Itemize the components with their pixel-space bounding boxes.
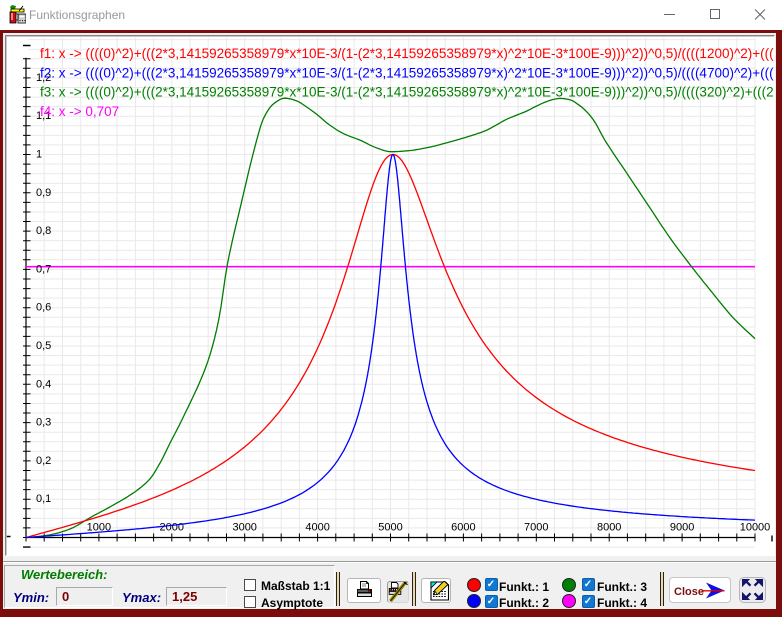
svg-text:4000: 4000 [305, 522, 329, 534]
svg-text:9000: 9000 [670, 522, 694, 534]
svg-text:0,4: 0,4 [36, 378, 51, 390]
svg-text:8000: 8000 [597, 522, 621, 534]
svg-text:f1: x -> ((((0)^2)+(((2*3,1415: f1: x -> ((((0)^2)+(((2*3,14159265358979… [40, 46, 774, 61]
svg-text:6000: 6000 [451, 522, 475, 534]
svg-text:0,5: 0,5 [36, 340, 51, 352]
svg-text:f2: x -> ((((0)^2)+(((2*3,1415: f2: x -> ((((0)^2)+(((2*3,14159265358979… [40, 65, 774, 80]
svg-text:0,3: 0,3 [36, 417, 51, 429]
svg-text:0,2: 0,2 [36, 455, 51, 467]
svg-text:3000: 3000 [232, 522, 256, 534]
svg-text:7000: 7000 [524, 522, 548, 534]
svg-text:10000: 10000 [740, 522, 771, 534]
svg-text:0,8: 0,8 [36, 225, 51, 237]
svg-text:0,1: 0,1 [36, 493, 51, 505]
svg-text:0,6: 0,6 [36, 302, 51, 314]
svg-text:5000: 5000 [378, 522, 402, 534]
svg-text:1: 1 [36, 149, 42, 161]
svg-text:f4: x -> 0,707: f4: x -> 0,707 [40, 104, 119, 119]
svg-text:0,9: 0,9 [36, 187, 51, 199]
svg-text:2000: 2000 [160, 522, 184, 534]
svg-text:0,7: 0,7 [36, 263, 51, 275]
svg-text:f3: x -> ((((0)^2)+(((2*3,1415: f3: x -> ((((0)^2)+(((2*3,14159265358979… [40, 85, 774, 100]
